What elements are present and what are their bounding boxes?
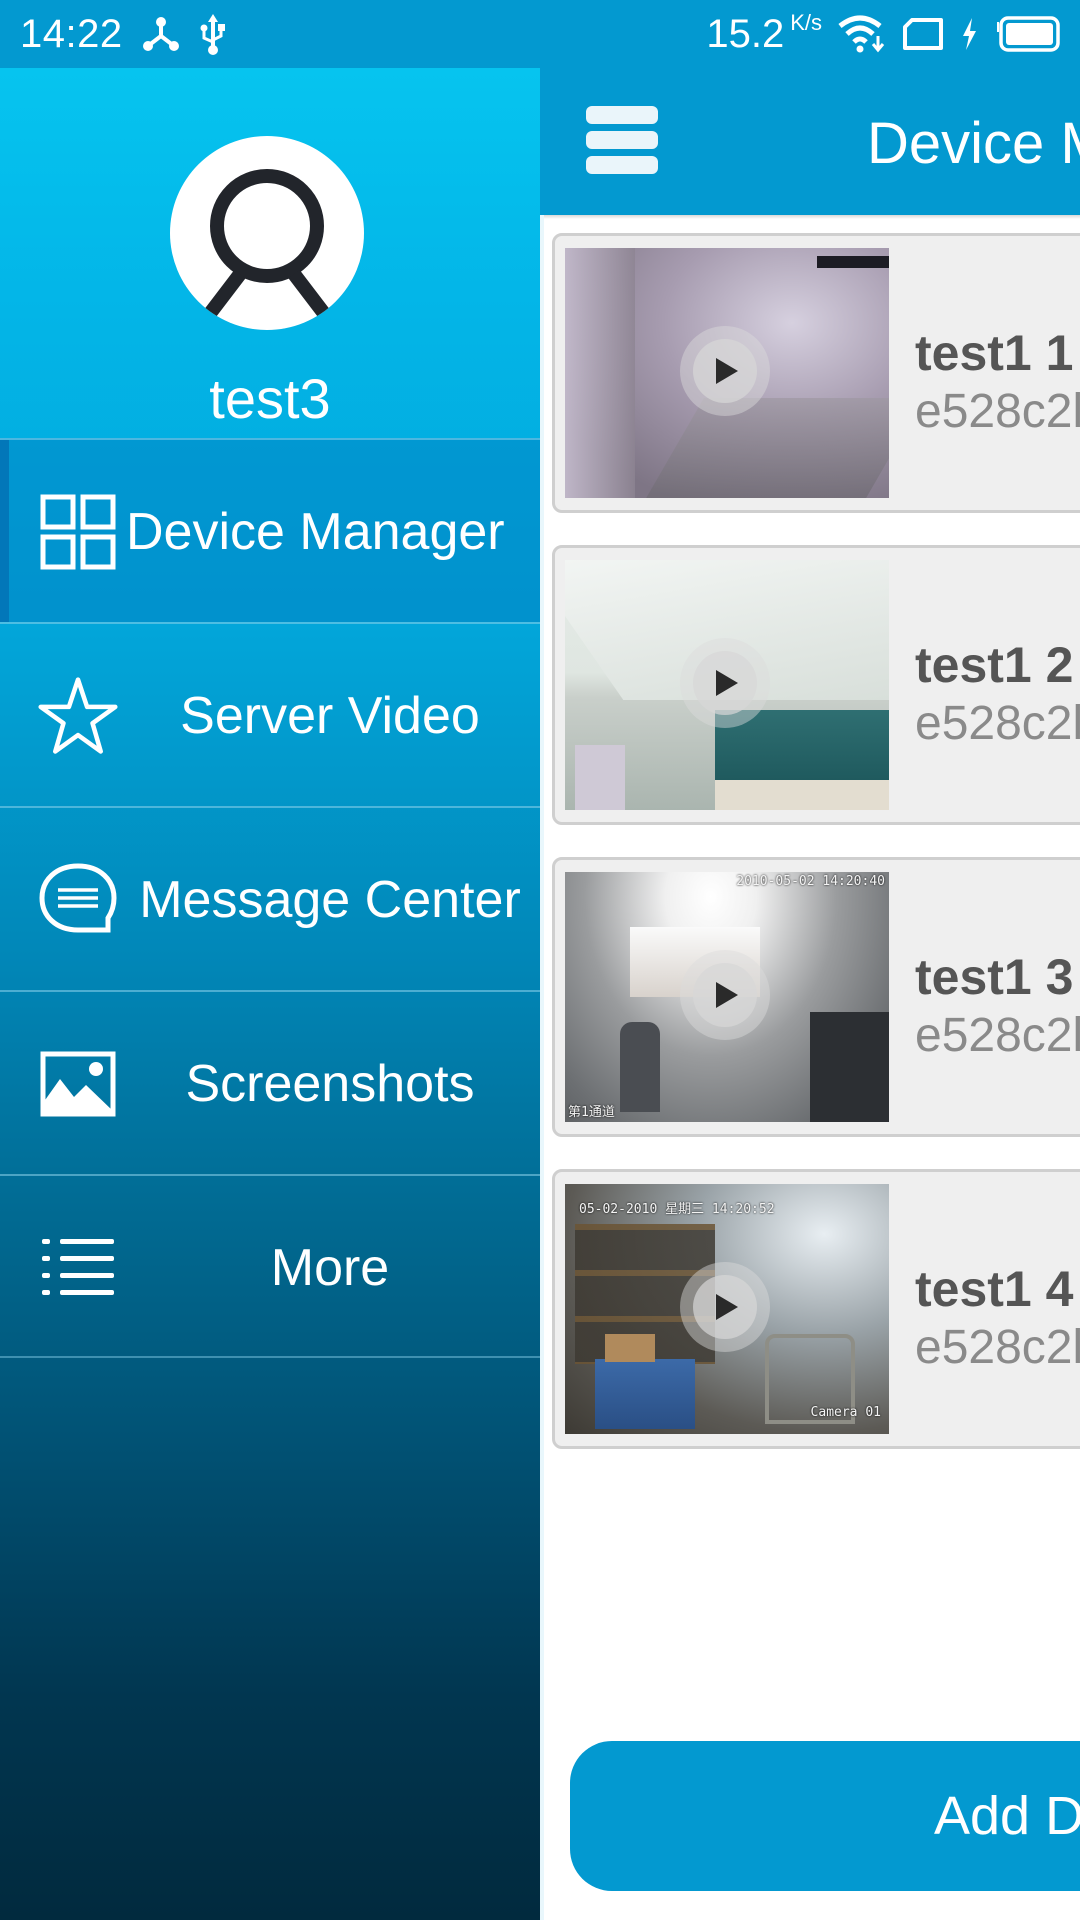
video-thumbnail[interactable]: 2010-05-02 14:20:40 第1通道 — [565, 872, 889, 1122]
user-avatar-icon — [202, 169, 332, 321]
page-title: Device M — [867, 111, 1080, 176]
device-id: e528c2l — [915, 697, 1080, 750]
video-thumbnail[interactable] — [565, 560, 889, 810]
usb-icon — [199, 12, 227, 56]
play-button[interactable] — [680, 950, 770, 1040]
nav-item-more[interactable]: More — [0, 1174, 540, 1358]
app-bar: Device M — [540, 68, 1080, 215]
video-timestamp: 05-02-2010 星期三 14:20:52 — [579, 1202, 775, 1217]
star-icon — [38, 676, 118, 756]
play-button[interactable] — [680, 326, 770, 416]
username: test3 — [209, 367, 331, 430]
video-channel-label: 第1通道 — [568, 1105, 615, 1120]
play-icon — [716, 670, 738, 696]
device-card[interactable]: test1 2 e528c2l — [552, 545, 1080, 825]
avatar[interactable] — [170, 136, 364, 330]
status-bar: 14:22 15.2 K/s — [0, 0, 1080, 68]
device-card[interactable]: 05-02-2010 星期三 14:20:52 Camera 01 test1 … — [552, 1169, 1080, 1449]
wifi-download-icon — [838, 14, 886, 54]
play-icon — [716, 1294, 738, 1320]
nav-item-device-manager[interactable]: Device Manager — [0, 438, 540, 622]
device-name: test1 2 — [915, 637, 1074, 693]
nav-item-label: Device Manager — [126, 503, 505, 561]
device-card[interactable]: test1 1 e528c2l — [552, 233, 1080, 513]
play-button[interactable] — [680, 1262, 770, 1352]
nav-item-label: Server Video — [180, 687, 480, 745]
image-icon — [38, 1044, 118, 1124]
nav-item-label: More — [270, 1239, 390, 1297]
play-button[interactable] — [680, 638, 770, 728]
device-id: e528c2l — [915, 1009, 1080, 1062]
video-thumbnail[interactable]: 05-02-2010 星期三 14:20:52 Camera 01 — [565, 1184, 889, 1434]
list-icon — [38, 1228, 118, 1308]
nav-item-label: Message Center — [139, 871, 521, 929]
network-speed: 15.2 K/s — [706, 9, 822, 56]
drawer-menu: Device Manager Server Video Message Cent… — [0, 438, 540, 1358]
play-icon — [716, 982, 738, 1008]
device-id: e528c2l — [915, 385, 1080, 438]
nav-item-server-video[interactable]: Server Video — [0, 622, 540, 806]
sim-card-icon — [902, 17, 944, 51]
video-thumbnail[interactable] — [565, 248, 889, 498]
status-time: 14:22 — [20, 11, 123, 56]
nav-item-message-center[interactable]: Message Center — [0, 806, 540, 990]
network-share-icon — [141, 14, 181, 54]
device-name: test1 4 — [915, 1261, 1074, 1317]
nav-item-screenshots[interactable]: Screenshots — [0, 990, 540, 1174]
hamburger-menu-icon[interactable] — [582, 104, 662, 176]
drawer-header: test3 — [0, 68, 540, 438]
device-card[interactable]: 2010-05-02 14:20:40 第1通道 test1 3 e528c2l — [552, 857, 1080, 1137]
nav-item-label: Screenshots — [185, 1055, 475, 1113]
play-icon — [716, 358, 738, 384]
charging-bolt-icon — [960, 17, 978, 51]
add-device-button[interactable]: Add D — [570, 1741, 1080, 1891]
video-channel-label: Camera 01 — [810, 1405, 881, 1420]
device-id: e528c2l — [915, 1321, 1080, 1374]
device-name: test1 1 — [915, 325, 1074, 381]
navigation-drawer: test3 Device Manager Server Video Messag… — [0, 68, 540, 1920]
video-timestamp: 2010-05-02 14:20:40 — [736, 874, 885, 889]
chat-bubble-icon — [38, 860, 118, 940]
device-list: test1 1 e528c2l test1 2 e528c2l 2010-05-… — [552, 233, 1080, 1481]
device-manager-screen: Device M test1 1 e528c2l test1 2 — [540, 68, 1080, 1920]
grid-icon — [38, 492, 118, 572]
battery-full-icon — [994, 16, 1060, 52]
device-name: test1 3 — [915, 949, 1074, 1005]
